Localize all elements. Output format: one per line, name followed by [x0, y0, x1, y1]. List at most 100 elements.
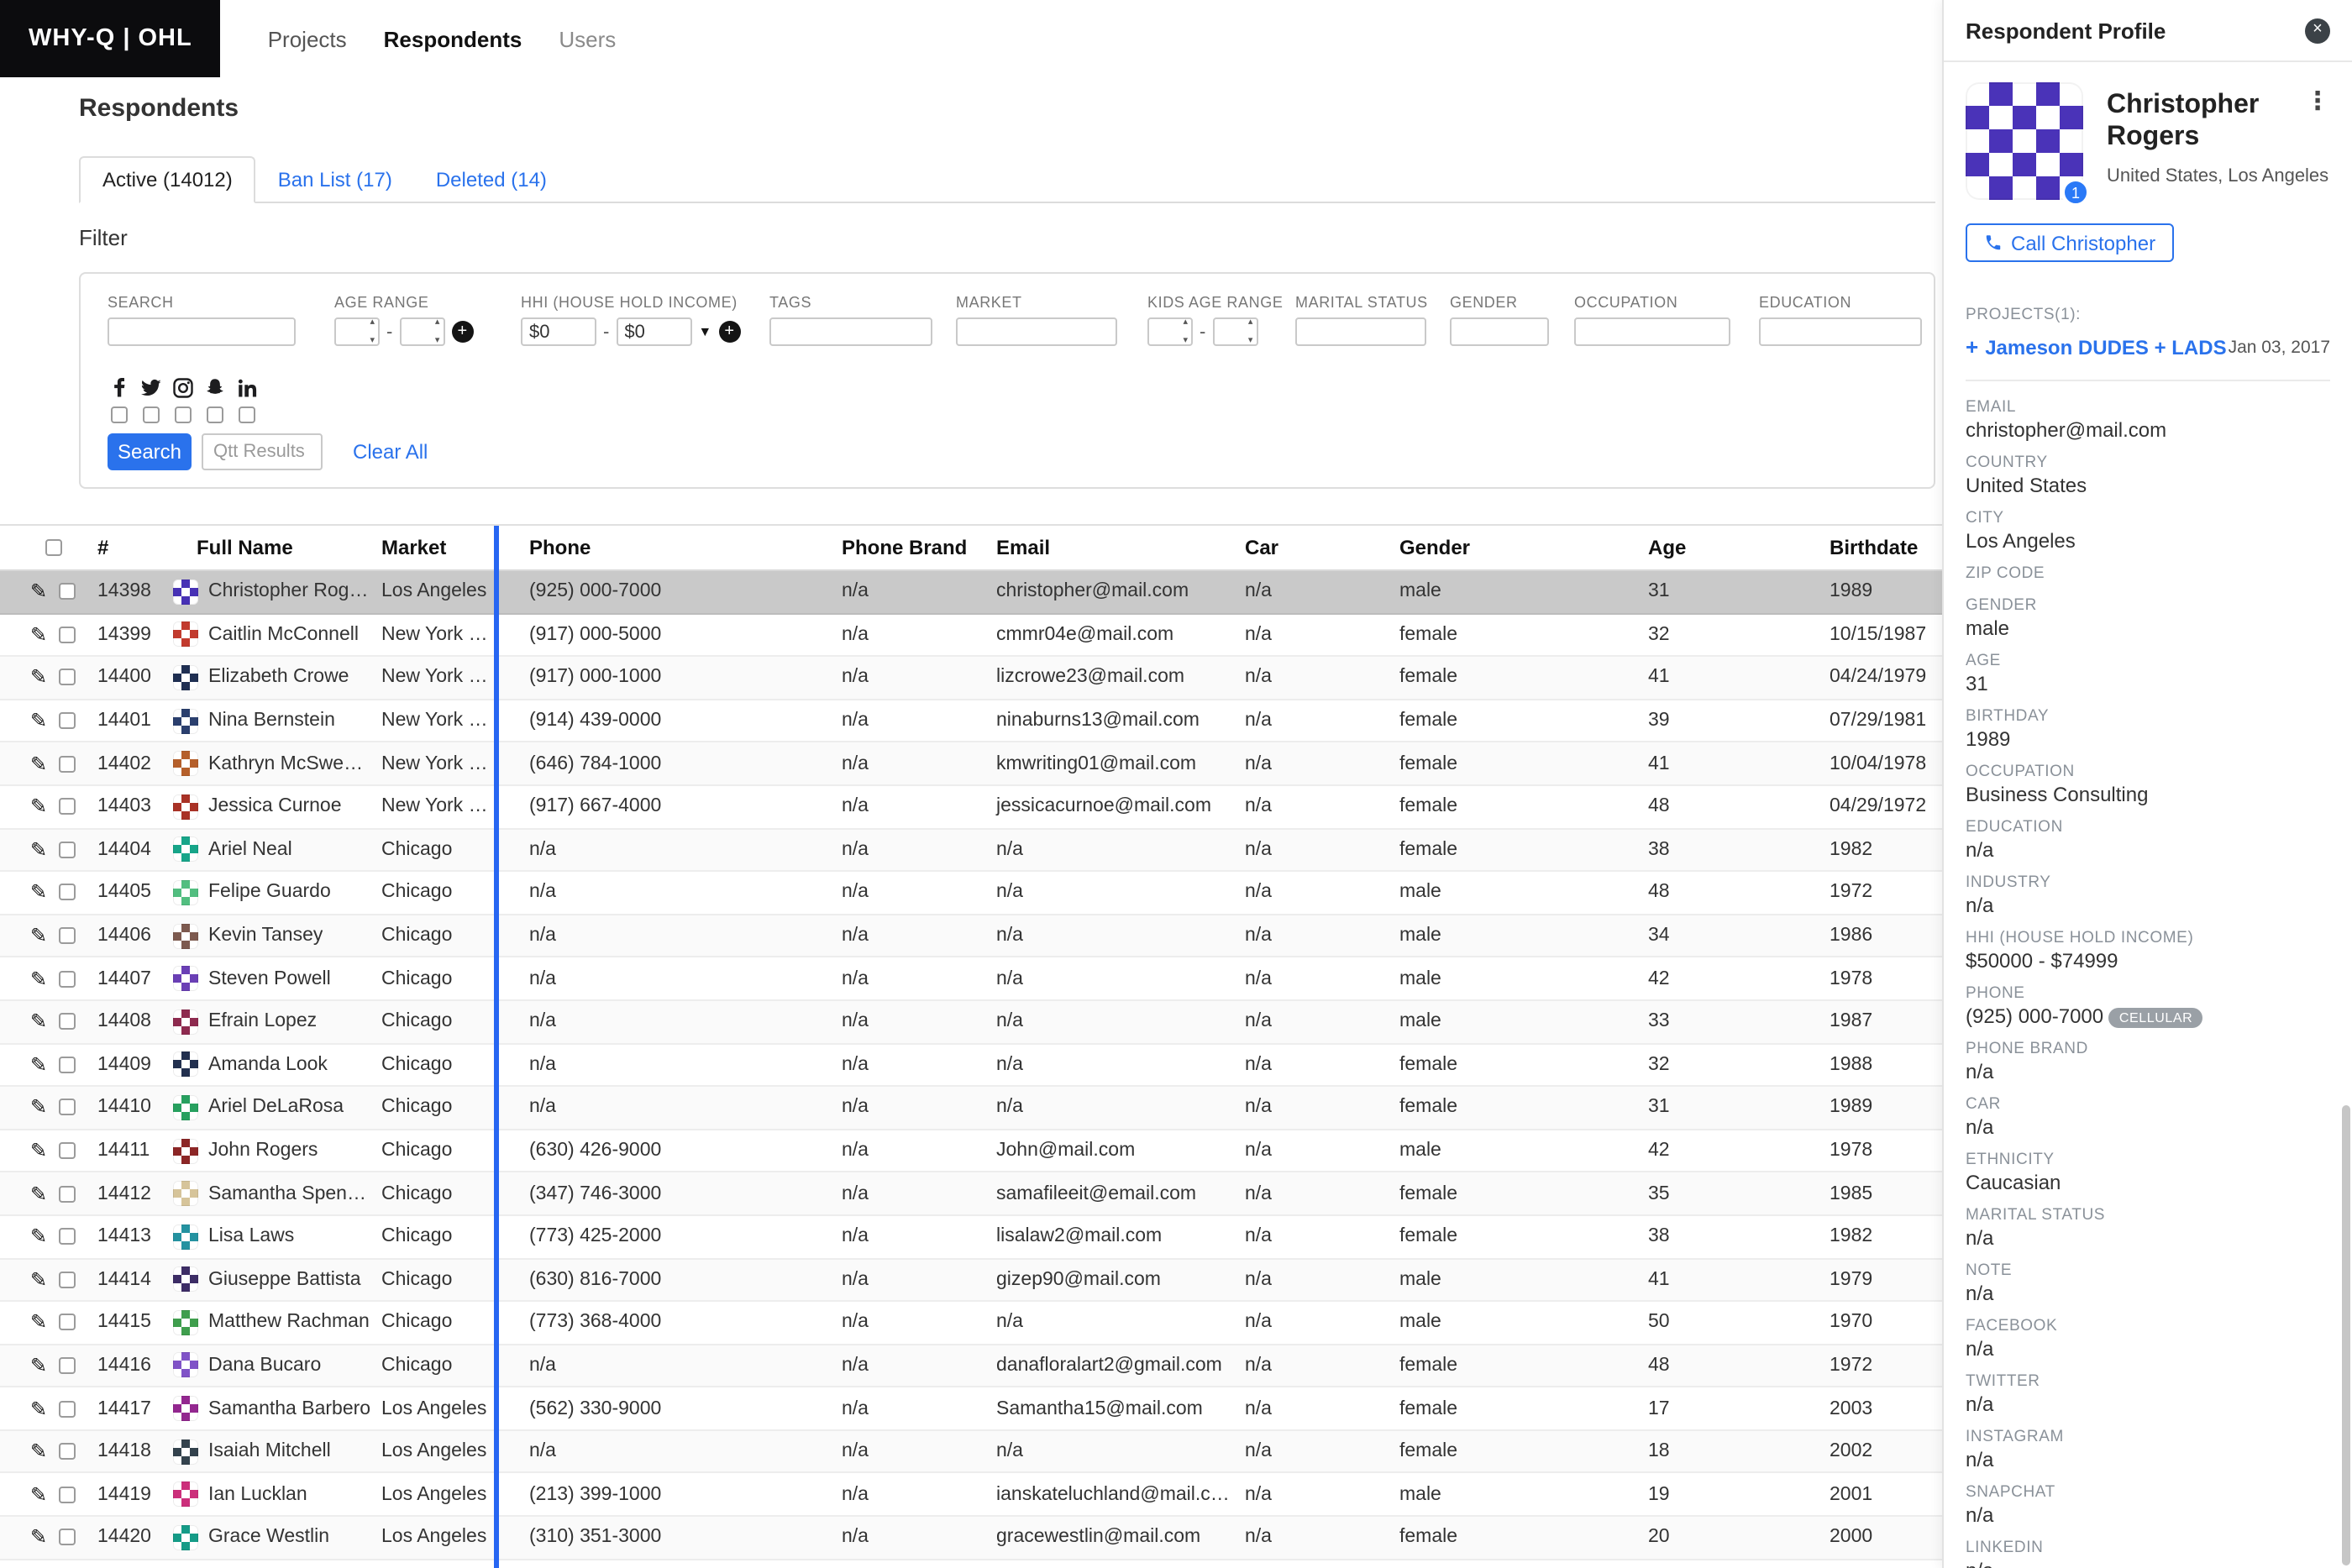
caret-down-icon[interactable] — [698, 324, 711, 339]
kids-age-min-spinner[interactable] — [1147, 317, 1193, 346]
row-checkbox[interactable] — [59, 842, 76, 858]
table-row[interactable]: 14408 Efrain Lopez Chicago n/a n/a n/a n… — [0, 1001, 1942, 1044]
row-checkbox[interactable] — [59, 1185, 76, 1202]
edit-icon[interactable] — [30, 1011, 47, 1031]
row-checkbox[interactable] — [59, 799, 76, 815]
edit-icon[interactable] — [30, 1141, 47, 1161]
table-row[interactable]: 14419 Ian Lucklan Los Angeles (213) 399-… — [0, 1474, 1942, 1517]
row-checkbox[interactable] — [59, 1529, 76, 1546]
table-row[interactable]: 14418 Isaiah Mitchell Los Angeles n/a n/… — [0, 1431, 1942, 1474]
edit-icon[interactable] — [30, 797, 47, 817]
respondent-name[interactable]: Caitlin McConnell — [208, 625, 359, 645]
row-checkbox[interactable] — [59, 1357, 76, 1374]
table-row[interactable]: 14399 Caitlin McConnell New York City (9… — [0, 614, 1942, 657]
row-checkbox[interactable] — [59, 1314, 76, 1331]
tags-input[interactable] — [769, 317, 932, 346]
age-min-spinner[interactable] — [334, 317, 380, 346]
search-input[interactable] — [108, 317, 296, 346]
row-checkbox[interactable] — [59, 1443, 76, 1460]
respondent-name[interactable]: Nina Bernstein — [208, 711, 335, 731]
marital-status-input[interactable] — [1295, 317, 1426, 346]
row-checkbox[interactable] — [59, 1272, 76, 1288]
row-checkbox[interactable] — [59, 1099, 76, 1116]
close-icon[interactable] — [2305, 18, 2330, 43]
edit-icon[interactable] — [30, 1055, 47, 1075]
edit-icon[interactable] — [30, 883, 47, 903]
row-checkbox[interactable] — [59, 884, 76, 901]
respondent-name[interactable]: Kathryn McSweeney — [208, 753, 371, 774]
edit-icon[interactable] — [30, 1398, 47, 1419]
row-checkbox[interactable] — [59, 669, 76, 686]
row-checkbox[interactable] — [59, 1400, 76, 1417]
market-input[interactable] — [956, 317, 1117, 346]
hhi-min-input[interactable] — [521, 317, 596, 346]
respondent-name[interactable]: Grace Westlin — [208, 1528, 329, 1548]
edit-icon[interactable] — [30, 668, 47, 688]
row-checkbox[interactable] — [59, 755, 76, 772]
gender-input[interactable] — [1450, 317, 1549, 346]
respondent-name[interactable]: Matthew Rachman — [208, 1313, 370, 1333]
qtt-results-input[interactable] — [202, 433, 323, 470]
education-input[interactable] — [1759, 317, 1922, 346]
edit-icon[interactable] — [30, 582, 47, 602]
facebook-checkbox[interactable] — [111, 406, 128, 423]
respondent-name[interactable]: Samantha Spencer — [208, 1183, 371, 1204]
respondent-name[interactable]: Efrain Lopez — [208, 1011, 317, 1031]
respondent-name[interactable]: Ian Lucklan — [208, 1485, 307, 1505]
table-row[interactable]: 14406 Kevin Tansey Chicago n/a n/a n/a n… — [0, 915, 1942, 958]
edit-icon[interactable] — [30, 711, 47, 731]
tab-ban-list[interactable]: Ban List (17) — [256, 158, 414, 202]
row-checkbox[interactable] — [59, 712, 76, 729]
tab-deleted[interactable]: Deleted (14) — [414, 158, 569, 202]
twitter-checkbox[interactable] — [143, 406, 160, 423]
kids-age-max-spinner[interactable] — [1212, 317, 1257, 346]
nav-respondents[interactable]: Respondents — [384, 26, 522, 51]
edit-icon[interactable] — [30, 1270, 47, 1290]
edit-icon[interactable] — [30, 1313, 47, 1333]
edit-icon[interactable] — [30, 1356, 47, 1376]
respondent-name[interactable]: Samantha Barbero — [208, 1398, 370, 1419]
table-row[interactable]: 14404 Ariel Neal Chicago n/a n/a n/a n/a… — [0, 829, 1942, 872]
respondent-name[interactable]: Steven Powell — [208, 968, 331, 989]
edit-icon[interactable] — [30, 1226, 47, 1246]
respondent-name[interactable]: Christopher Rogers — [208, 582, 371, 602]
edit-icon[interactable] — [30, 968, 47, 989]
respondent-name[interactable]: Dana Bucaro — [208, 1356, 321, 1376]
age-max-spinner[interactable] — [399, 317, 444, 346]
edit-icon[interactable] — [30, 625, 47, 645]
row-checkbox[interactable] — [59, 1057, 76, 1073]
edit-icon[interactable] — [30, 1183, 47, 1204]
respondent-name[interactable]: John Rogers — [208, 1141, 318, 1161]
table-row[interactable]: 14417 Samantha Barbero Los Angeles (562)… — [0, 1388, 1942, 1431]
row-checkbox[interactable] — [59, 1228, 76, 1245]
row-checkbox[interactable] — [59, 584, 76, 600]
respondent-name[interactable]: Felipe Guardo — [208, 883, 331, 903]
table-row[interactable]: 14412 Samantha Spencer Chicago (347) 746… — [0, 1173, 1942, 1216]
table-row[interactable]: 14420 Grace Westlin Los Angeles (310) 35… — [0, 1517, 1942, 1560]
hhi-max-input[interactable] — [616, 317, 691, 346]
tab-active[interactable]: Active (14012) — [79, 156, 256, 203]
respondent-name[interactable]: Lisa Laws — [208, 1226, 294, 1246]
nav-projects[interactable]: Projects — [268, 26, 347, 51]
table-row[interactable]: 14416 Dana Bucaro Chicago n/a n/a danafl… — [0, 1345, 1942, 1387]
table-row[interactable]: 14400 Elizabeth Crowe New York City (917… — [0, 657, 1942, 700]
add-hhi-button[interactable] — [718, 321, 740, 343]
call-button[interactable]: Call Christopher — [1966, 223, 2174, 262]
row-checkbox[interactable] — [59, 927, 76, 944]
table-row[interactable]: 14411 John Rogers Chicago (630) 426-9000… — [0, 1130, 1942, 1172]
edit-icon[interactable] — [30, 1485, 47, 1505]
edit-icon[interactable] — [30, 1098, 47, 1118]
linkedin-checkbox[interactable] — [239, 406, 255, 423]
table-row[interactable]: 14413 Lisa Laws Chicago (773) 425-2000 n… — [0, 1216, 1942, 1259]
table-row[interactable]: 14409 Amanda Look Chicago n/a n/a n/a n/… — [0, 1044, 1942, 1087]
respondent-name[interactable]: Kevin Tansey — [208, 926, 323, 946]
row-checkbox[interactable] — [59, 1013, 76, 1030]
edit-icon[interactable] — [30, 926, 47, 946]
search-button[interactable]: Search — [108, 433, 192, 470]
table-row[interactable]: 14398 Christopher Rogers Los Angeles (92… — [0, 571, 1942, 614]
table-row[interactable]: 14401 Nina Bernstein New York City (914)… — [0, 700, 1942, 743]
edit-icon[interactable] — [30, 840, 47, 860]
table-row[interactable]: 14402 Kathryn McSweeney New York City (6… — [0, 743, 1942, 786]
respondent-name[interactable]: Jessica Curnoe — [208, 797, 342, 817]
edit-icon[interactable] — [30, 1441, 47, 1461]
